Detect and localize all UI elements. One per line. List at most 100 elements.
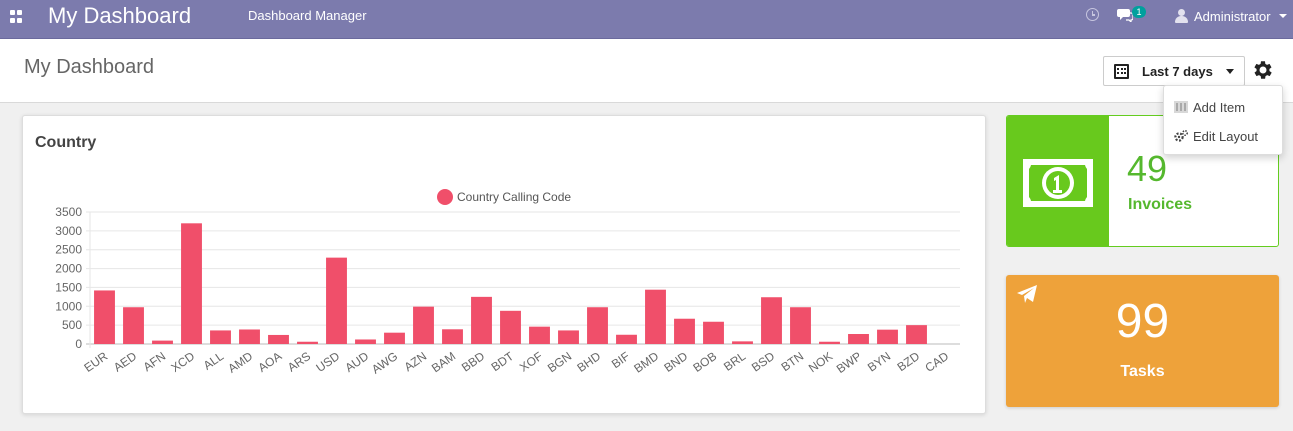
x-tick-label: ARS bbox=[285, 349, 313, 375]
bar-bhd bbox=[587, 307, 608, 344]
add-item-menu-item[interactable]: Add Item bbox=[1164, 94, 1282, 120]
legend-swatch bbox=[437, 189, 453, 205]
bar-bnd bbox=[674, 318, 695, 344]
bar-all bbox=[210, 330, 231, 344]
x-tick-label: AOA bbox=[255, 349, 284, 375]
bar-brl bbox=[732, 341, 753, 344]
x-tick-label: BTN bbox=[779, 349, 807, 374]
bar-bbd bbox=[471, 296, 492, 344]
x-tick-label: AWG bbox=[369, 349, 400, 377]
y-tick-label: 500 bbox=[62, 318, 82, 332]
x-tick-label: XCD bbox=[168, 349, 197, 375]
country-bar-chart: 0 500 1000 1500 2000 2500 3000 3500 Country Call… bbox=[55, 189, 960, 377]
edit-layout-label: Edit Layout bbox=[1193, 128, 1259, 144]
chevron-down-icon bbox=[1226, 69, 1234, 74]
invoices-icon-area bbox=[1007, 116, 1109, 246]
menu-dashboard-manager[interactable]: Dashboard Manager bbox=[248, 9, 367, 23]
bar-bif bbox=[616, 334, 637, 344]
x-tick-label: AZN bbox=[402, 349, 430, 374]
gear-icon[interactable] bbox=[1250, 58, 1274, 82]
user-menu[interactable]: Administrator bbox=[1175, 8, 1287, 24]
bar-bmd bbox=[645, 289, 666, 344]
bar-afn bbox=[152, 340, 173, 344]
user-name: Administrator bbox=[1194, 8, 1271, 24]
y-tick-label: 1000 bbox=[55, 299, 82, 313]
x-tick-label: BMD bbox=[631, 349, 661, 376]
top-navbar: My Dashboard Dashboard Manager 1 Adminis… bbox=[0, 0, 1293, 39]
x-tick-label: AUD bbox=[342, 349, 371, 375]
bar-xcd bbox=[181, 223, 202, 344]
bar-awg bbox=[384, 332, 405, 344]
x-tick-label: BND bbox=[661, 349, 690, 375]
y-tick-label: 0 bbox=[75, 337, 82, 351]
x-tick-label: ALL bbox=[201, 349, 227, 373]
y-tick-label: 2000 bbox=[55, 262, 82, 276]
chevron-down-icon bbox=[1278, 14, 1287, 18]
add-item-icon bbox=[1174, 101, 1188, 113]
x-tick-label: AED bbox=[111, 349, 140, 375]
y-tick-label: 1500 bbox=[55, 280, 82, 294]
x-tick-label: BAM bbox=[429, 349, 458, 375]
bar-ars bbox=[297, 341, 318, 344]
x-tick-label: BWP bbox=[834, 349, 864, 376]
x-tick-label: BHD bbox=[574, 349, 603, 375]
x-tick-label: NOK bbox=[806, 349, 835, 375]
x-tick-label: AFN bbox=[141, 349, 169, 374]
bar-aed bbox=[123, 307, 144, 344]
x-tick-label: EUR bbox=[81, 349, 110, 375]
bar-usd bbox=[326, 257, 347, 344]
x-tick-label: BOB bbox=[690, 349, 719, 375]
bar-amd bbox=[239, 329, 260, 344]
bar-azn bbox=[413, 306, 434, 344]
money-bill-icon bbox=[1023, 159, 1093, 207]
y-tick-label: 3000 bbox=[55, 224, 82, 238]
bar-eur bbox=[94, 290, 115, 344]
country-chart-card: Country 0 500 1000 1500 2000 2500 3000 3500 Coun… bbox=[22, 115, 986, 414]
legend-label: Country Calling Code bbox=[457, 190, 571, 204]
x-tick-label: BGN bbox=[545, 349, 574, 375]
invoices-label: Invoices bbox=[1128, 196, 1193, 213]
activity-clock-icon[interactable] bbox=[1086, 8, 1099, 21]
bar-bam bbox=[442, 329, 463, 344]
x-tick-label: BIF bbox=[609, 349, 632, 371]
tasks-count: 99 bbox=[1115, 295, 1170, 348]
bar-bsd bbox=[761, 297, 782, 344]
x-tick-label: BYN bbox=[865, 349, 893, 375]
edit-layout-menu-item[interactable]: Edit Layout bbox=[1164, 123, 1282, 149]
add-item-label: Add Item bbox=[1193, 99, 1246, 115]
x-tick-label: BBD bbox=[459, 349, 488, 375]
x-tick-label: AMD bbox=[225, 349, 255, 376]
bar-aoa bbox=[268, 334, 289, 344]
chat-count-badge: 1 bbox=[1132, 6, 1146, 18]
x-tick-label: BSD bbox=[749, 349, 778, 375]
bar-bzd bbox=[906, 325, 927, 344]
y-tick-label: 3500 bbox=[55, 205, 82, 219]
bar-aud bbox=[355, 339, 376, 344]
bar-nok bbox=[819, 341, 840, 344]
control-panel: My Dashboard Last 7 days bbox=[0, 39, 1293, 103]
tasks-kpi-card[interactable]: 99 Tasks bbox=[1006, 275, 1279, 407]
bar-bob bbox=[703, 321, 724, 344]
x-tick-label: BDT bbox=[489, 349, 517, 375]
bar-byn bbox=[877, 329, 898, 344]
calendar-icon bbox=[1114, 63, 1129, 79]
invoices-count: 49 bbox=[1127, 148, 1168, 189]
x-tick-label: BRL bbox=[721, 349, 748, 374]
date-filter-label: Last 7 days bbox=[1142, 63, 1213, 79]
bar-btn bbox=[790, 307, 811, 344]
apps-menu-icon[interactable] bbox=[10, 10, 24, 24]
bar-bgn bbox=[558, 330, 579, 344]
x-tick-label: CAD bbox=[922, 349, 951, 375]
app-brand-title[interactable]: My Dashboard bbox=[48, 4, 191, 28]
page-title: My Dashboard bbox=[24, 56, 155, 78]
bar-bdt bbox=[500, 310, 521, 344]
bar-bwp bbox=[848, 334, 869, 344]
chat-icon[interactable] bbox=[1117, 8, 1133, 22]
gears-icon bbox=[1174, 130, 1188, 142]
settings-dropdown: Add Item Edit Layout bbox=[1163, 85, 1283, 155]
bar-xof bbox=[529, 326, 550, 344]
y-tick-label: 2500 bbox=[55, 243, 82, 257]
x-tick-label: USD bbox=[313, 349, 342, 375]
date-filter-button[interactable]: Last 7 days bbox=[1103, 56, 1245, 86]
x-tick-label: BZD bbox=[895, 349, 923, 374]
